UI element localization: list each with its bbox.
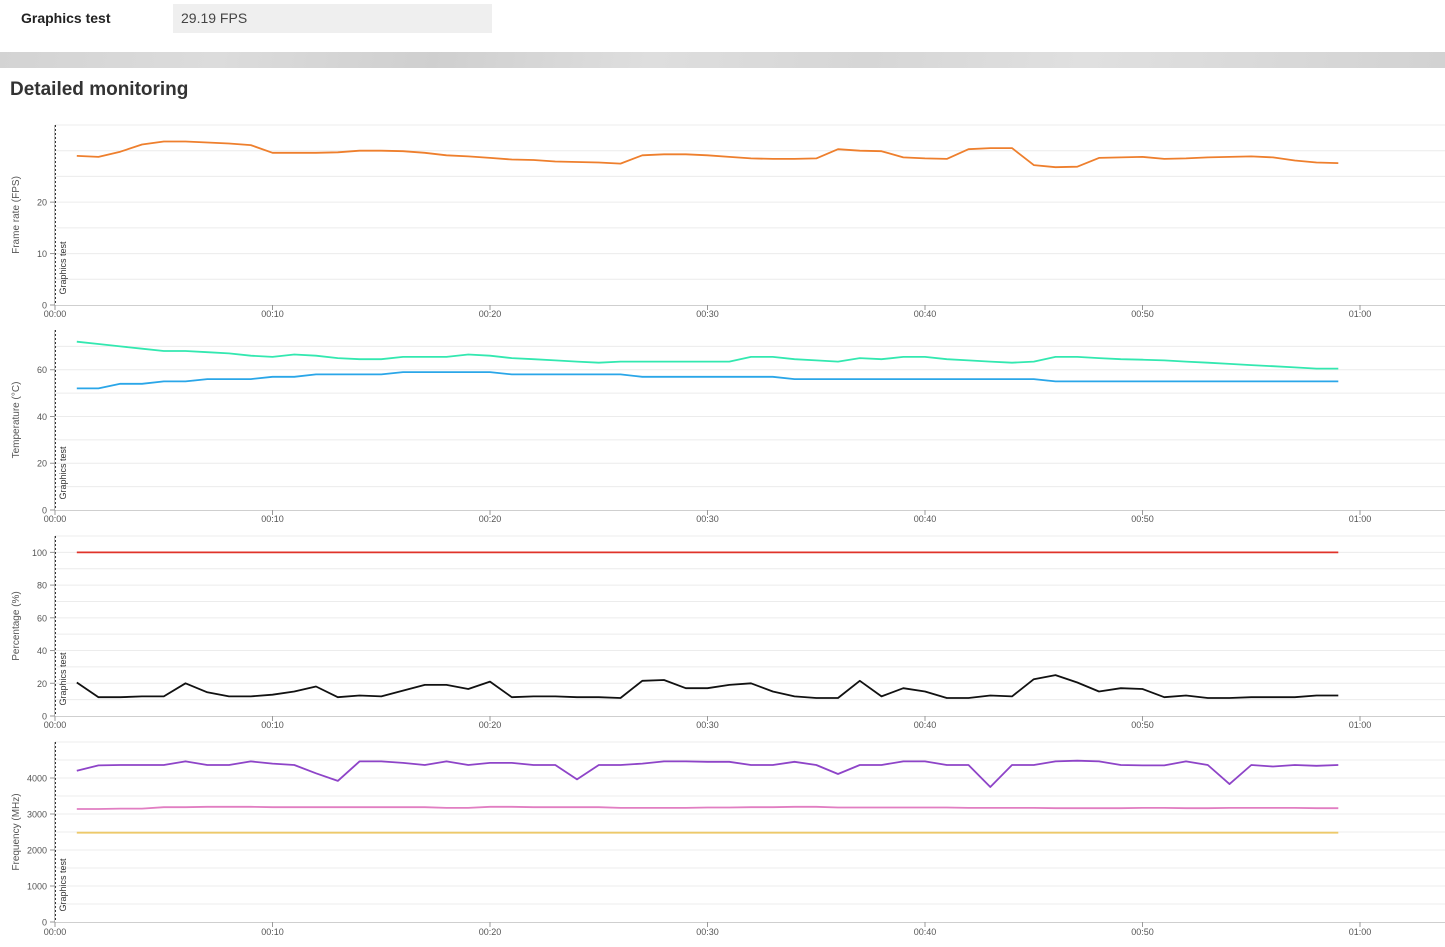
y-tick-label: 20 xyxy=(37,459,47,469)
chart-panel: 020406000:00 00:10 00:20 00:30 00:40 00:50 01:… xyxy=(11,330,1445,524)
y-tick-label: 100 xyxy=(32,548,47,558)
x-tick-label: 00:20 xyxy=(479,720,502,730)
x-tick-label: 00:30 xyxy=(696,927,719,937)
x-tick-label: 00:50 xyxy=(1131,309,1154,319)
x-tick-label: 00:30 xyxy=(696,514,719,524)
y-tick-label: 20 xyxy=(37,679,47,689)
x-tick-label: 00:00 xyxy=(44,514,67,524)
x-tick-label: 00:10 xyxy=(261,514,284,524)
x-tick-label: 00:40 xyxy=(914,514,937,524)
x-tick-label: 01:00 xyxy=(1349,514,1372,524)
x-tick-label: 00:30 xyxy=(696,720,719,730)
y-axis-title: Frame rate (FPS) xyxy=(11,176,22,254)
series-line xyxy=(76,805,1339,810)
event-marker-label: Graphics test xyxy=(58,858,68,912)
x-tick-label: 00:20 xyxy=(479,309,502,319)
chart-panel: 02040608010000:00 00:10 00:20 00:30 00:40 00:… xyxy=(11,535,1445,730)
x-tick-label: 01:00 xyxy=(1349,309,1372,319)
y-tick-label: 10 xyxy=(37,249,47,259)
x-tick-label: 00:50 xyxy=(1131,927,1154,937)
y-tick-label: 0 xyxy=(42,918,47,928)
x-tick-label: 00:20 xyxy=(479,514,502,524)
x-tick-label: 01:00 xyxy=(1349,720,1372,730)
x-tick-label: 00:00 xyxy=(44,927,67,937)
x-tick-label: 00:40 xyxy=(914,309,937,319)
x-tick-label: 00:10 xyxy=(261,309,284,319)
y-tick-label: 1000 xyxy=(27,882,47,892)
y-axis-title: Frequency (MHz) xyxy=(11,793,22,870)
event-marker-label: Graphics test xyxy=(58,652,68,706)
x-tick-label: 00:30 xyxy=(696,309,719,319)
x-tick-label: 00:50 xyxy=(1131,514,1154,524)
series-line xyxy=(76,340,1339,370)
y-tick-label: 2000 xyxy=(27,846,47,856)
series-line xyxy=(76,140,1339,169)
chart-panel: 0 1000 2000 3000 4000 00:00 00:10 00:20 00:30 00:… xyxy=(11,741,1445,937)
x-tick-label: 00:20 xyxy=(479,927,502,937)
y-tick-label: 80 xyxy=(37,581,47,591)
y-tick-label: 60 xyxy=(37,613,47,623)
event-marker-label: Graphics test xyxy=(58,446,68,500)
series-line xyxy=(76,371,1339,390)
y-tick-label: 60 xyxy=(37,365,47,375)
x-tick-label: 00:10 xyxy=(261,927,284,937)
x-tick-label: 00:40 xyxy=(914,720,937,730)
x-tick-label: 01:00 xyxy=(1349,927,1372,937)
y-tick-label: 20 xyxy=(37,198,47,208)
series-line xyxy=(76,674,1339,699)
y-tick-label: 4000 xyxy=(27,774,47,784)
x-tick-label: 00:00 xyxy=(44,720,67,730)
x-tick-label: 00:10 xyxy=(261,720,284,730)
y-tick-label: 40 xyxy=(37,646,47,656)
monitoring-charts: 0 10 20 00:00 00:10 00:20 00:30 00:40 00:50 01:00… xyxy=(11,124,1445,937)
event-marker-label: Graphics test xyxy=(58,241,68,295)
chart-panel: 0102000:00 00:10 00:20 00:30 00:40 00:50 01:00… xyxy=(11,124,1445,319)
x-tick-label: 00:00 xyxy=(44,309,67,319)
y-axis-title: Percentage (%) xyxy=(11,591,22,660)
y-axis-title: Temperature (°C) xyxy=(11,382,22,459)
y-tick-label: 40 xyxy=(37,412,47,422)
y-tick-label: 3000 xyxy=(27,810,47,820)
x-tick-label: 00:40 xyxy=(914,927,937,937)
x-tick-label: 00:50 xyxy=(1131,720,1154,730)
series-line xyxy=(76,759,1339,788)
